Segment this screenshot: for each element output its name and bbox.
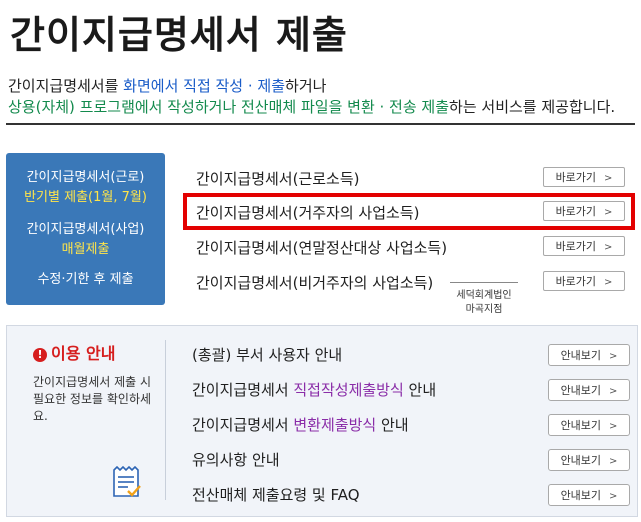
watermark-stamp: 세덕회계법인 마곡지점 <box>450 282 518 317</box>
stamp-line-1: 세덕회계법인 <box>456 290 512 301</box>
side-label-amend: 수정·기한 후 제출 <box>37 272 134 287</box>
page-title: 간이지급명세서 제출 <box>10 13 348 57</box>
go-button-wage[interactable]: 바로가기 > <box>543 167 625 187</box>
guide-label: 유의사항 안내 <box>192 451 280 469</box>
side-label-business: 간이지급명세서(사업) <box>26 222 145 237</box>
guide-label: 간이지급명세서 직접작성제출방식 안내 <box>192 379 436 401</box>
intro-line-1-highlight: 화면에서 직접 작성 · 제출 <box>123 77 286 95</box>
guide-label: (총괄) 부서 사용자 안내 <box>192 346 343 364</box>
guide-label-c: 안내 <box>376 416 409 434</box>
side-label-wage: 간이지급명세서(근로) <box>26 170 145 185</box>
intro-line-1: 간이지급명세서를 화면에서 직접 작성 · 제출하거나 <box>8 76 638 97</box>
go-button-label: 바로가기 <box>555 171 597 184</box>
guide-row-overview: (총괄) 부서 사용자 안내 안내보기 > <box>192 342 632 368</box>
guide-label: 간이지급명세서 변환제출방식 안내 <box>192 414 409 436</box>
guide-row-faq: 전산매체 제출요령 및 FAQ 안내보기 > <box>192 482 632 508</box>
chevron-right-icon: > <box>604 277 613 288</box>
link-row-nonresident-business: 간이지급명세서(비거주자의 사업소득) 바로가기 > <box>180 270 630 296</box>
guide-row-convert: 간이지급명세서 변환제출방식 안내 안내보기 > <box>192 412 632 438</box>
guide-button-direct[interactable]: 안내보기 > <box>548 379 630 401</box>
go-button-year-end-business[interactable]: 바로가기 > <box>543 236 625 256</box>
guide-label-c: 안내 <box>403 381 437 399</box>
link-label: 간이지급명세서(연말정산대상 사업소득) <box>196 239 448 257</box>
usage-guide-panel: ! 이용 안내 간이지급명세서 제출 시 필요한 정보를 확인하세요. (총괄) … <box>6 325 638 517</box>
go-button-label: 바로가기 <box>555 275 597 288</box>
chevron-right-icon: > <box>609 386 618 397</box>
submission-type-panel: 간이지급명세서(근로) 반기별 제출(1월, 7월) 간이지급명세서(사업) 매… <box>6 153 165 305</box>
alert-icon: ! <box>33 348 47 362</box>
chevron-right-icon: > <box>609 491 618 502</box>
side-label-business-schedule: 매월제출 <box>61 242 110 257</box>
guide-label-highlight: 직접작성제출방식 <box>293 381 404 399</box>
intro-text: 간이지급명세서를 화면에서 직접 작성 · 제출하거나 상용(자체) 프로그램에… <box>8 76 638 118</box>
intro-line-2: 상용(자체) 프로그램에서 작성하거나 전산매체 파일을 변환 · 전송 제출하… <box>8 97 638 118</box>
panel-divider <box>165 340 166 500</box>
chevron-right-icon: > <box>604 173 613 184</box>
guide-button-label: 안내보기 <box>560 489 602 502</box>
guide-button-overview[interactable]: 안내보기 > <box>548 344 630 366</box>
intro-line-2-highlight: 상용(자체) 프로그램에서 작성하거나 전산매체 파일을 변환 · 전송 제출 <box>8 98 450 116</box>
guide-button-notes[interactable]: 안내보기 > <box>548 449 630 471</box>
guide-button-convert[interactable]: 안내보기 > <box>548 414 630 436</box>
side-label-wage-schedule: 반기별 제출(1월, 7월) <box>24 190 147 205</box>
guide-row-notes: 유의사항 안내 안내보기 > <box>192 447 632 473</box>
intro-line-2-b: 하는 서비스를 제공합니다. <box>449 98 616 116</box>
chevron-right-icon: > <box>604 242 613 253</box>
guide-row-direct: 간이지급명세서 직접작성제출방식 안내 안내보기 > <box>192 377 632 403</box>
highlight-frame <box>183 193 635 230</box>
guide-label: 전산매체 제출요령 및 FAQ <box>192 486 360 504</box>
go-button-nonresident-business[interactable]: 바로가기 > <box>543 271 625 291</box>
chevron-right-icon: > <box>609 351 618 362</box>
intro-divider <box>6 123 635 125</box>
intro-line-1-a: 간이지급명세서를 <box>8 77 124 95</box>
chevron-right-icon: > <box>609 421 618 432</box>
guide-label-a: 간이지급명세서 <box>192 381 294 399</box>
guide-button-faq[interactable]: 안내보기 > <box>548 484 630 506</box>
go-button-label: 바로가기 <box>555 240 597 253</box>
guide-label-highlight: 변환제출방식 <box>293 416 377 434</box>
link-label: 간이지급명세서(근로소득) <box>196 170 360 188</box>
usage-guide-description: 간이지급명세서 제출 시 필요한 정보를 확인하세요. <box>33 375 152 423</box>
usage-guide-heading: ! 이용 안내 <box>33 340 115 364</box>
guide-label-a: 간이지급명세서 <box>192 416 294 434</box>
guide-button-label: 안내보기 <box>560 349 602 362</box>
stamp-line-2: 마곡지점 <box>465 304 503 315</box>
usage-guide-heading-text: 이용 안내 <box>51 344 116 363</box>
intro-line-1-c: 하거나 <box>285 77 327 95</box>
guide-button-label: 안내보기 <box>560 454 602 467</box>
guide-button-label: 안내보기 <box>560 384 602 397</box>
guide-button-label: 안내보기 <box>560 419 602 432</box>
link-label: 간이지급명세서(비거주자의 사업소득) <box>196 274 434 292</box>
link-row-wage: 간이지급명세서(근로소득) 바로가기 > <box>180 166 630 192</box>
document-check-icon <box>113 466 141 497</box>
chevron-right-icon: > <box>609 456 618 467</box>
link-row-year-end-business: 간이지급명세서(연말정산대상 사업소득) 바로가기 > <box>180 235 630 261</box>
